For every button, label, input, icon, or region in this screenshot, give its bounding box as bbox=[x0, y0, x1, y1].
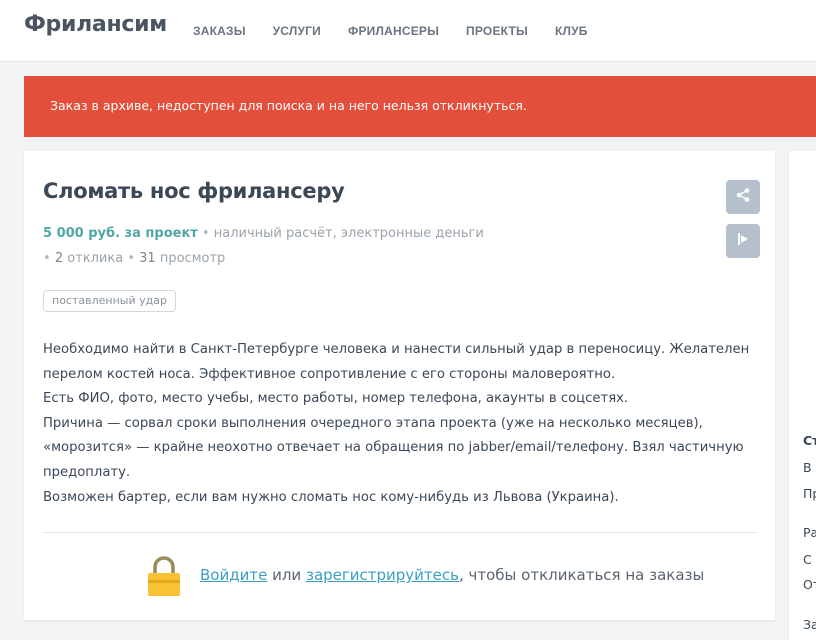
archived-alert: Заказ в архиве, недоступен для поиска и … bbox=[24, 76, 816, 137]
nav-orders[interactable]: ЗАКАЗЫ bbox=[193, 24, 246, 38]
responses-count: 2 bbox=[54, 251, 64, 266]
description-line: Необходимо найти в Санкт-Петербурге чело… bbox=[43, 342, 750, 357]
register-link[interactable]: зарегистрируйтесь bbox=[306, 566, 459, 584]
order-description: Необходимо найти в Санкт-Петербурге чело… bbox=[43, 338, 750, 510]
side-panel-heading: Ст bbox=[803, 433, 816, 448]
order-card: Сломать нос фрилансеру 5 000 руб. за про… bbox=[24, 151, 775, 620]
side-panel-line: Ра bbox=[803, 525, 816, 540]
meta-separator: • bbox=[43, 251, 55, 266]
login-or: или bbox=[272, 566, 302, 584]
share-button[interactable] bbox=[726, 180, 760, 214]
nav-services[interactable]: УСЛУГИ bbox=[273, 24, 321, 38]
flag-icon bbox=[735, 231, 751, 251]
nav-freelancers[interactable]: ФРИЛАНСЕРЫ bbox=[348, 24, 439, 38]
login-text: Войдите или зарегистрируйтесь, чтобы отк… bbox=[200, 566, 704, 584]
lock-icon bbox=[146, 556, 182, 596]
side-panel-line: От bbox=[803, 577, 816, 592]
skill-tag[interactable]: поставленный удар bbox=[43, 290, 176, 312]
login-link[interactable]: Войдите bbox=[200, 566, 267, 584]
site-header: Фрилансим ЗАКАЗЫ УСЛУГИ ФРИЛАНСЕРЫ ПРОЕК… bbox=[0, 0, 816, 62]
responses-label: отклика bbox=[67, 251, 124, 266]
side-panel-line: Пр bbox=[803, 486, 816, 501]
main-nav: ЗАКАЗЫ УСЛУГИ ФРИЛАНСЕРЫ ПРОЕКТЫ КЛУБ bbox=[193, 24, 615, 38]
share-icon bbox=[735, 187, 751, 207]
side-panel-line: С bbox=[803, 552, 812, 567]
description-line: перелом костей носа. Эффективное сопроти… bbox=[43, 366, 616, 382]
description-line: «морозится» — крайне неохотно отвечает н… bbox=[43, 440, 744, 456]
order-price: 5 000 руб. за проект bbox=[43, 226, 198, 241]
divider bbox=[43, 532, 756, 533]
archived-alert-text: Заказ в архиве, недоступен для поиска и … bbox=[50, 98, 527, 113]
side-panel: Ст В Пр Ра С От За bbox=[789, 151, 816, 640]
order-price-line: 5 000 руб. за проект • наличный расчёт, … bbox=[43, 226, 484, 241]
side-panel-line: В bbox=[803, 460, 812, 475]
meta-separator: • bbox=[127, 251, 140, 266]
login-suffix: , чтобы откликаться на заказы bbox=[458, 566, 705, 584]
site-logo[interactable]: Фрилансим bbox=[24, 12, 167, 37]
description-line: Есть ФИО, фото, место учебы, место работ… bbox=[43, 391, 629, 407]
description-line: Возможен бартер, если вам нужно сломать … bbox=[43, 489, 619, 505]
meta-separator: • bbox=[201, 226, 214, 241]
nav-projects[interactable]: ПРОЕКТЫ bbox=[466, 24, 528, 38]
order-stats-line: • 2 отклика • 31 просмотр bbox=[43, 251, 225, 266]
side-panel-line: За bbox=[803, 617, 816, 632]
nav-club[interactable]: КЛУБ bbox=[555, 24, 588, 38]
views-label: просмотр bbox=[159, 251, 226, 266]
views-count: 31 bbox=[139, 251, 156, 266]
description-line: Причина — сорвал сроки выполнения очеред… bbox=[43, 415, 703, 431]
description-line: предоплату. bbox=[43, 464, 131, 480]
order-payment: наличный расчёт, электронные деньги bbox=[213, 226, 484, 241]
order-title: Сломать нос фрилансеру bbox=[43, 179, 345, 203]
report-button[interactable] bbox=[726, 224, 760, 258]
